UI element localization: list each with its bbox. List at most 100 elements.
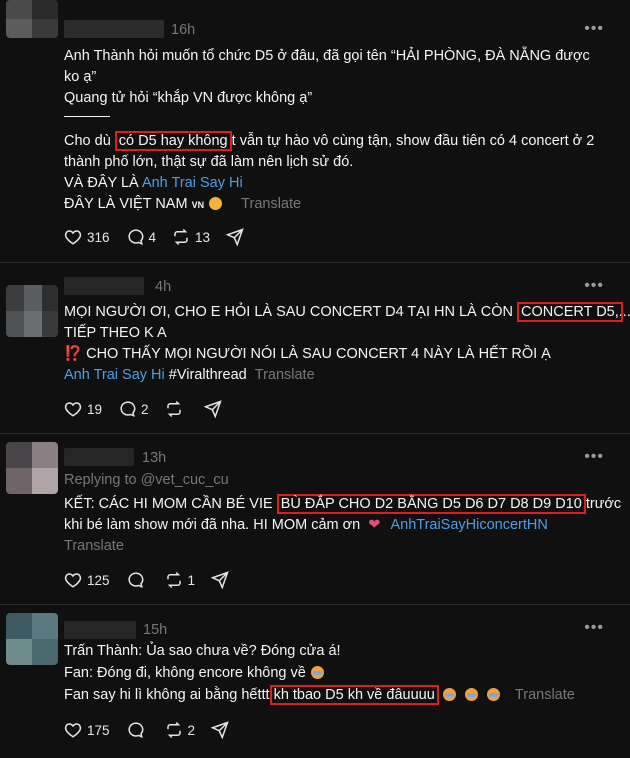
post-text-line: MỌI NGƯỜI ƠI, CHO E HỎI LÀ SAU CONCERT D… [64, 302, 630, 322]
repost-count: 1 [187, 572, 196, 588]
post-text-line: TIẾP THEO K A [64, 325, 167, 341]
repost-button[interactable]: 2 [165, 721, 196, 739]
reply-count: 2 [141, 401, 149, 417]
post-text-line: ko ạ” [64, 69, 97, 85]
post-text-line: Cho dù có D5 hay không t vẫn tự hào vô c… [64, 131, 595, 151]
crying-face-icon [464, 688, 478, 701]
reply-button[interactable]: 4 [126, 228, 157, 246]
comment-icon [128, 229, 143, 246]
share-icon [226, 228, 244, 246]
like-count: 316 [87, 229, 110, 245]
post-text-line: khi bé làm show mới đã nha. HI MOM cảm ơ… [64, 517, 548, 533]
post-text-line: Fan: Đóng đi, không encore không về [64, 663, 325, 683]
highlight-box: kh tbao D5 kh về đâuuuu [269, 685, 439, 705]
more-icon[interactable]: ••• [584, 277, 604, 295]
like-count: 175 [87, 722, 110, 738]
like-count: 19 [87, 401, 103, 417]
repost-count: 2 [187, 722, 196, 738]
action-bar: 175 2 [64, 721, 245, 739]
share-button[interactable] [203, 400, 222, 418]
translate-link[interactable]: Translate [241, 196, 301, 212]
repost-count: 13 [195, 229, 211, 245]
comment-icon [128, 572, 143, 589]
tag-link[interactable]: Anh Trai Say Hi [142, 175, 243, 191]
highlight-box: CONCERT D5, [517, 302, 623, 322]
like-button[interactable]: 125 [64, 571, 110, 589]
translate-link[interactable]: Translate [255, 367, 315, 383]
more-icon[interactable]: ••• [584, 20, 604, 38]
post-text-line: Anh Thành hỏi muốn tổ chức D5 ở đâu, đã … [64, 48, 590, 64]
post-time: 16h [171, 22, 196, 38]
repost-icon [166, 721, 181, 739]
reply-count: 4 [148, 229, 157, 245]
share-button[interactable] [211, 721, 229, 739]
more-icon[interactable]: ••• [584, 619, 604, 637]
share-icon [203, 400, 222, 418]
tag-link[interactable]: Anh Trai Say Hi [64, 367, 165, 383]
pleading-face-icon [209, 197, 223, 210]
action-bar: 316 4 13 [64, 228, 260, 246]
share-button[interactable] [211, 571, 229, 589]
repost-icon [166, 400, 181, 418]
like-button[interactable]: 19 [64, 400, 102, 418]
post-text-line: ĐÂY LÀ VIỆT NAM VN Translate [64, 196, 302, 212]
post-time: 13h [142, 450, 167, 466]
action-bar: 125 1 [64, 571, 245, 589]
post-time: 4h [155, 279, 172, 295]
repost-icon [166, 571, 181, 589]
reply-button[interactable] [126, 721, 149, 739]
post-text-line: Trấn Thành: Ủa sao chưa về? Đóng cửa á! [64, 643, 341, 659]
heart-emoji-icon: ❤ [368, 517, 381, 533]
avatar[interactable] [6, 0, 58, 38]
post-3: 13h ••• Replying to @vet_cuc_cu KẾT: CÁC… [0, 434, 630, 604]
share-button[interactable] [226, 228, 244, 246]
share-icon [211, 721, 229, 739]
post-text-line: KẾT: CÁC HI MOM CẦN BÉ VIE BÙ ĐẮP CHO D2… [64, 494, 622, 514]
repost-button[interactable]: 13 [172, 228, 210, 246]
like-count: 125 [87, 572, 110, 588]
repost-button[interactable]: 1 [165, 571, 196, 589]
translate-link[interactable]: Translate [515, 687, 575, 703]
post-2: 4h ••• MỌI NGƯỜI ƠI, CHO E HỎI LÀ SAU CO… [0, 263, 630, 433]
post-text-line: VÀ ĐÂY LÀ Anh Trai Say Hi [64, 175, 243, 191]
replying-to[interactable]: Replying to @vet_cuc_cu [64, 470, 229, 490]
heart-icon [64, 573, 82, 588]
repost-button[interactable] [165, 400, 188, 418]
divider-line [64, 116, 110, 117]
comment-icon [128, 722, 143, 739]
blurred-username[interactable] [64, 277, 144, 295]
like-button[interactable]: 316 [64, 228, 110, 246]
highlight-box: BÙ ĐẮP CHO D2 BẰNG D5 D6 D7 D8 D9 D10 [276, 494, 586, 514]
reply-button[interactable]: 2 [118, 400, 149, 418]
share-icon [211, 571, 229, 589]
blurred-username[interactable] [64, 20, 164, 38]
reply-button[interactable] [126, 571, 149, 589]
post-text-line: ⁉️ CHO THẤY MỌI NGƯỜI NÓI LÀ SAU CONCERT… [64, 346, 551, 362]
avatar[interactable] [6, 442, 58, 494]
post-time: 15h [143, 622, 168, 638]
action-bar: 19 2 [64, 400, 238, 418]
comment-icon [120, 401, 136, 418]
post-1: 16h ••• Anh Thành hỏi muốn tổ chức D5 ở … [0, 0, 630, 262]
crying-face-icon [310, 666, 324, 679]
more-icon[interactable]: ••• [584, 448, 604, 466]
post-4: 15h ••• Trấn Thành: Ủa sao chưa về? Đóng… [0, 605, 630, 758]
vn-flag-emoji: VN [191, 200, 205, 210]
exclamation-question-icon: ⁉️ [64, 346, 83, 362]
crying-face-icon [486, 688, 500, 701]
heart-icon [64, 402, 82, 417]
avatar[interactable] [6, 613, 58, 665]
blurred-username[interactable] [64, 621, 136, 639]
post-text-line: thành phố lớn, thật sự đã làm nên lịch s… [64, 154, 354, 170]
avatar[interactable] [6, 285, 58, 337]
hashtag[interactable]: #Viralthread [169, 367, 247, 383]
post-text-line: Fan say hi lì không ai bằng hếttt kh tbao… [64, 685, 575, 705]
heart-icon [64, 723, 82, 738]
repost-icon [174, 228, 188, 246]
tag-link[interactable]: AnhTraiSayHiconcertHN [390, 517, 547, 533]
heart-icon [64, 230, 82, 245]
like-button[interactable]: 175 [64, 721, 110, 739]
blurred-username[interactable] [64, 448, 134, 466]
post-text-line: Quang tử hỏi “khắp VN được không ạ” [64, 90, 313, 106]
translate-link[interactable]: Translate [64, 536, 124, 556]
